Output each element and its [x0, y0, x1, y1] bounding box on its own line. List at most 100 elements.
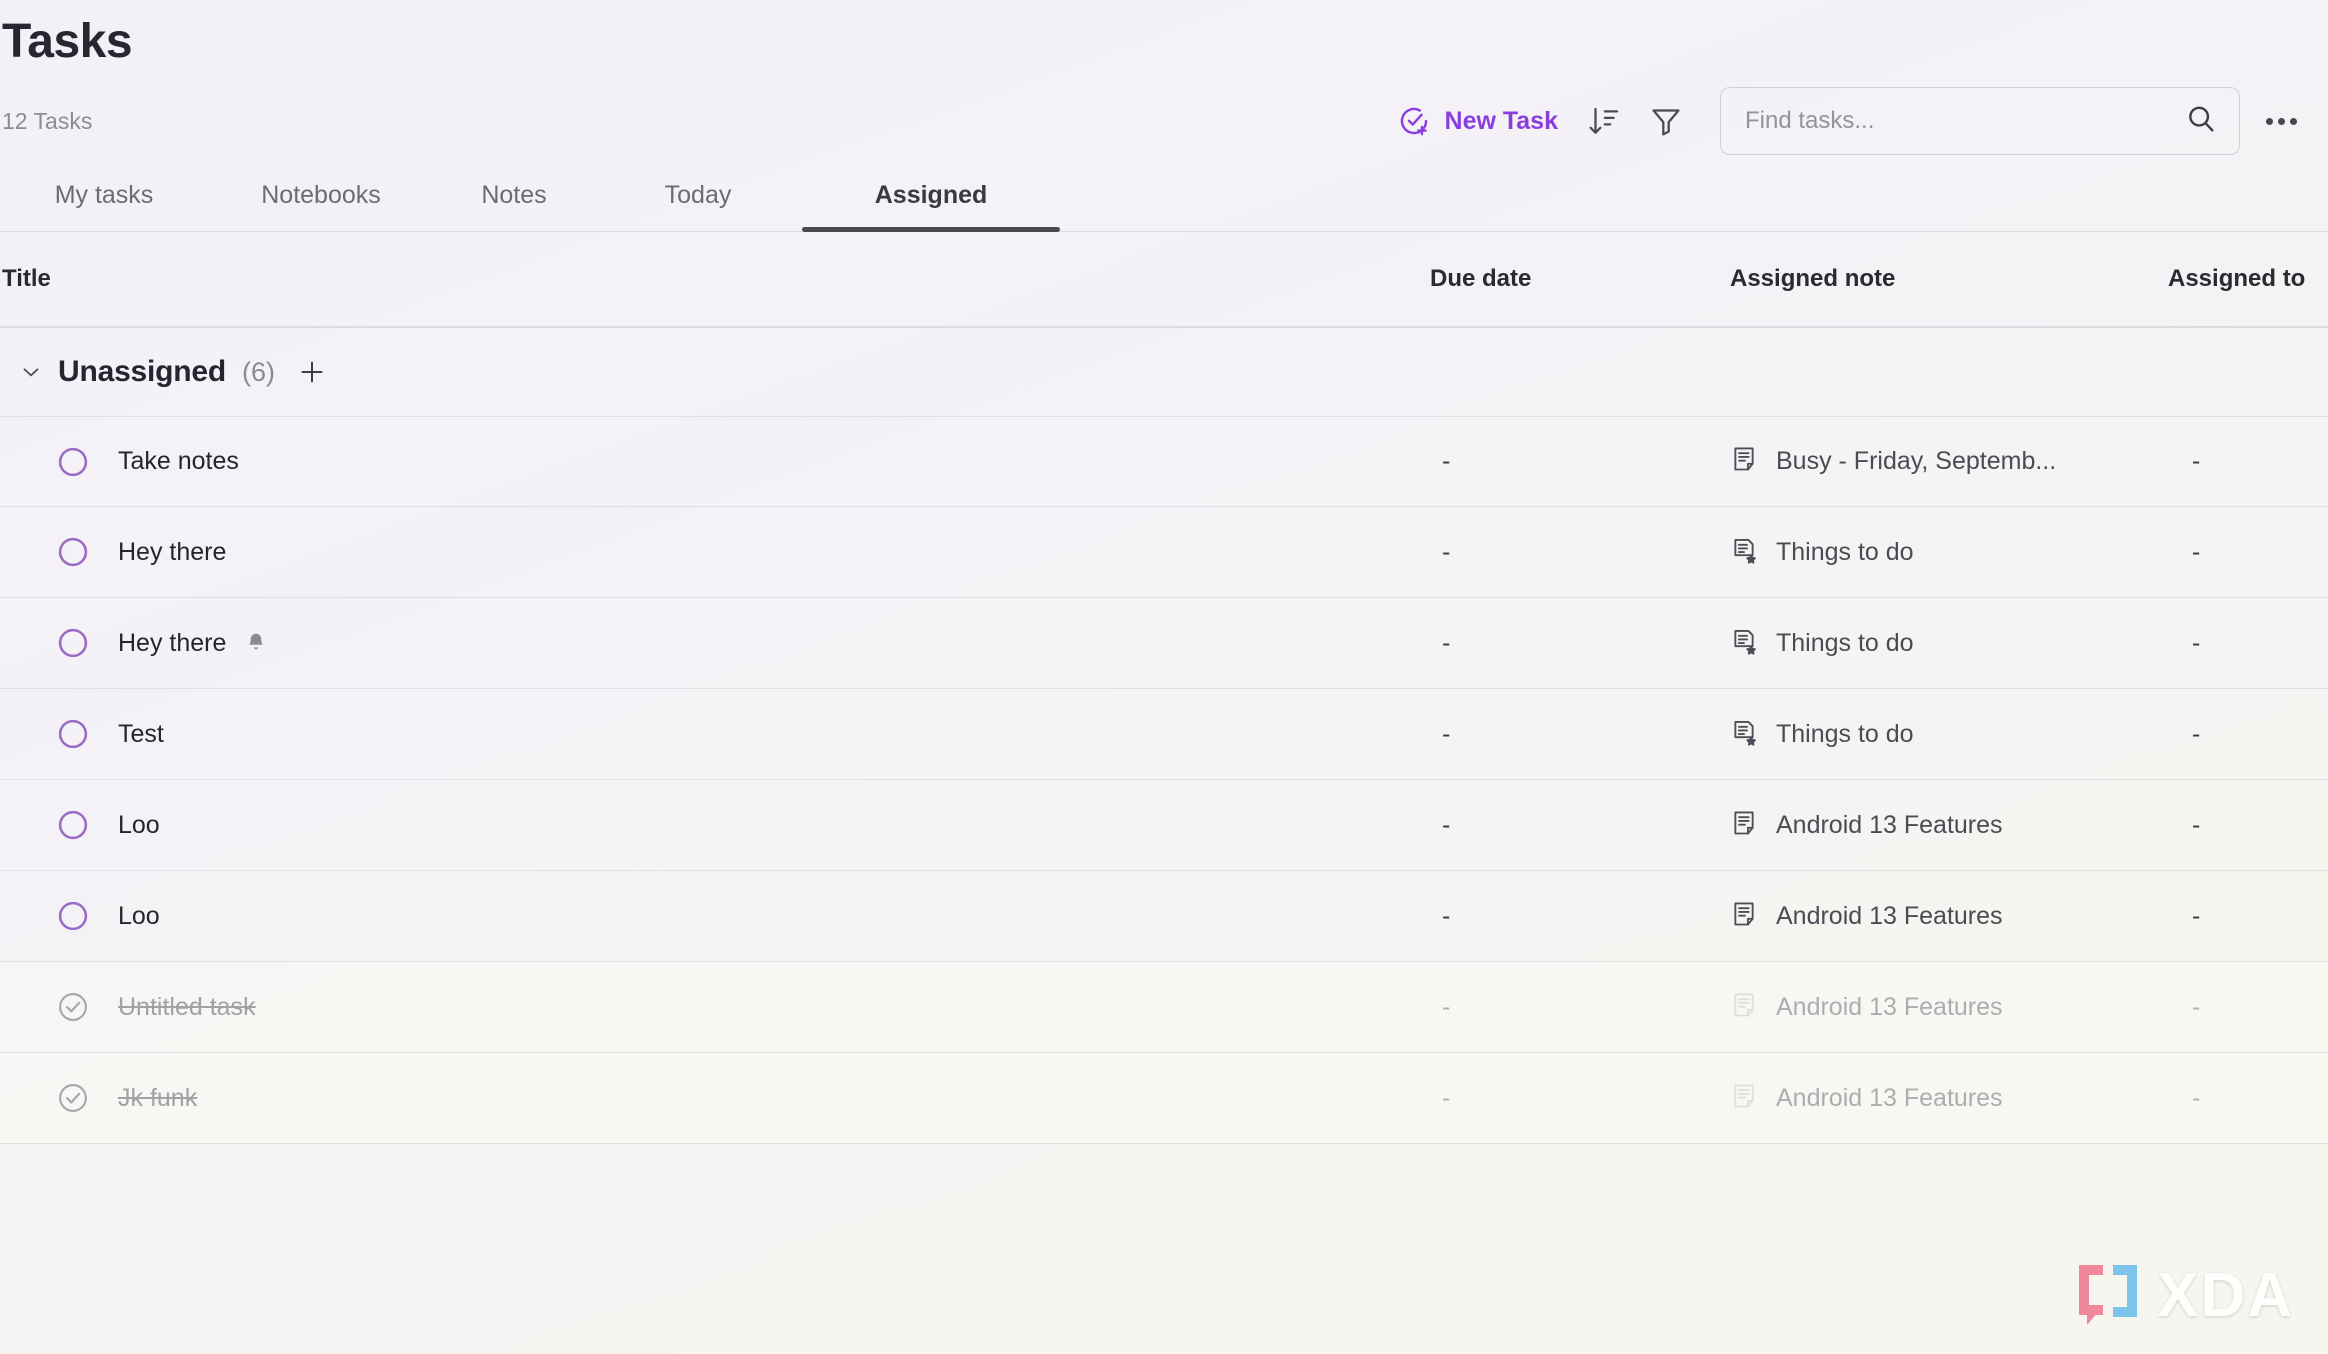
filter-button[interactable] — [1640, 95, 1692, 147]
task-row[interactable]: Untitled task - Android 13 Features - — [0, 962, 2328, 1054]
task-due-date-value: - — [1442, 1083, 1451, 1112]
plus-icon[interactable] — [297, 357, 327, 387]
task-assigned-note-label: Busy - Friday, Septemb... — [1776, 447, 2057, 476]
task-row[interactable]: Hey there - Things to do - — [0, 598, 2328, 690]
task-assigned-to-value: - — [2192, 628, 2201, 657]
task-title-cell: Take notes — [0, 445, 1370, 479]
task-title-label[interactable]: Loo — [118, 811, 160, 840]
column-header-title[interactable]: Title — [0, 265, 1370, 293]
task-title-cell: Untitled task — [0, 990, 1370, 1024]
task-assigned-to-cell[interactable]: - — [2120, 902, 2320, 931]
task-assigned-note-label: Android 13 Features — [1776, 810, 2003, 839]
task-checkbox-checked[interactable] — [56, 990, 90, 1024]
task-checkbox-unchecked[interactable] — [56, 445, 90, 479]
task-row[interactable]: Loo - Android 13 Features - — [0, 871, 2328, 963]
tab-notes[interactable]: Notes — [434, 181, 594, 232]
task-assigned-note-cell[interactable]: Android 13 Features — [1680, 1082, 2120, 1115]
task-due-date-cell[interactable]: - — [1370, 629, 1680, 658]
task-title-label[interactable]: Take notes — [118, 447, 239, 476]
task-assigned-to-cell[interactable]: - — [2120, 447, 2320, 476]
task-assigned-note-label: Things to do — [1776, 628, 1914, 657]
task-assigned-note-cell[interactable]: Android 13 Features — [1680, 809, 2120, 842]
task-row[interactable]: Hey there - Things to do - — [0, 507, 2328, 599]
task-assigned-note-cell[interactable]: Android 13 Features — [1680, 991, 2120, 1024]
task-assigned-to-cell[interactable]: - — [2120, 720, 2320, 749]
task-assigned-to-value: - — [2192, 447, 2201, 476]
more-dot — [2289, 117, 2297, 125]
task-assigned-to-cell[interactable]: - — [2120, 629, 2320, 658]
task-assigned-to-value: - — [2192, 810, 2201, 839]
toolbar: New Task — [1387, 87, 2308, 156]
search-box[interactable] — [1720, 87, 2240, 156]
task-row[interactable]: Take notes - Busy - Friday, Septemb... - — [0, 416, 2328, 508]
task-assigned-to-value: - — [2192, 537, 2201, 566]
task-assigned-to-cell[interactable]: - — [2120, 993, 2320, 1022]
task-due-date-cell[interactable]: - — [1370, 1084, 1680, 1113]
task-assigned-note-cell[interactable]: Android 13 Features — [1680, 900, 2120, 933]
xda-wordmark: XDA — [2157, 1260, 2294, 1330]
task-checkbox-unchecked[interactable] — [56, 899, 90, 933]
task-due-date-value: - — [1442, 810, 1451, 839]
note-star-icon — [1730, 536, 1758, 569]
task-title-label[interactable]: Loo — [118, 902, 160, 931]
column-header-assigned-to[interactable]: Assigned to — [2120, 265, 2320, 293]
task-title-cell: Test — [0, 717, 1370, 751]
task-checkbox-checked[interactable] — [56, 1081, 90, 1115]
task-title-label[interactable]: Jk funk — [118, 1084, 197, 1113]
task-due-date-value: - — [1442, 901, 1451, 930]
task-assigned-to-value: - — [2192, 1083, 2201, 1112]
note-star-icon — [1730, 627, 1758, 660]
task-assigned-note-cell[interactable]: Things to do — [1680, 718, 2120, 751]
task-assigned-note-cell[interactable]: Things to do — [1680, 536, 2120, 569]
sort-button[interactable] — [1578, 95, 1630, 147]
search-input[interactable] — [1745, 107, 2145, 136]
task-due-date-cell[interactable]: - — [1370, 538, 1680, 567]
task-title-cell: Hey there — [0, 626, 1370, 660]
task-due-date-cell[interactable]: - — [1370, 993, 1680, 1022]
task-assigned-to-value: - — [2192, 719, 2201, 748]
task-due-date-cell[interactable]: - — [1370, 720, 1680, 749]
task-assigned-note-cell[interactable]: Busy - Friday, Septemb... — [1680, 445, 2120, 478]
task-checkbox-unchecked[interactable] — [56, 626, 90, 660]
task-assigned-note-label: Android 13 Features — [1776, 1083, 2003, 1112]
task-title-cell: Jk funk — [0, 1081, 1370, 1115]
task-due-date-cell[interactable]: - — [1370, 447, 1680, 476]
search-icon[interactable] — [2185, 103, 2217, 140]
task-title-cell: Loo — [0, 899, 1370, 933]
task-checkbox-unchecked[interactable] — [56, 717, 90, 751]
task-row[interactable]: Test - Things to do - — [0, 689, 2328, 781]
task-due-date-value: - — [1442, 447, 1451, 476]
task-title-label[interactable]: Untitled task — [118, 993, 256, 1022]
chevron-down-icon[interactable] — [18, 359, 44, 385]
task-assigned-note-label: Android 13 Features — [1776, 901, 2003, 930]
more-options-button[interactable] — [2254, 94, 2308, 148]
task-title-label[interactable]: Hey there — [118, 538, 226, 567]
new-task-label: New Task — [1444, 106, 1558, 135]
new-task-button[interactable]: New Task — [1387, 98, 1568, 144]
xda-watermark: XDA — [2073, 1259, 2294, 1332]
task-title-cell: Loo — [0, 808, 1370, 842]
tab-assigned[interactable]: Assigned — [802, 181, 1060, 233]
tab-my-tasks[interactable]: My tasks — [0, 181, 208, 232]
column-header-assigned-note[interactable]: Assigned note — [1680, 265, 2120, 293]
tab-today[interactable]: Today — [594, 181, 802, 232]
task-checkbox-unchecked[interactable] — [56, 808, 90, 842]
task-due-date-cell[interactable]: - — [1370, 902, 1680, 931]
task-assigned-to-cell[interactable]: - — [2120, 1084, 2320, 1113]
tab-notebooks[interactable]: Notebooks — [208, 181, 434, 232]
task-checkbox-unchecked[interactable] — [56, 535, 90, 569]
note-star-icon — [1730, 718, 1758, 751]
more-dot — [2265, 117, 2273, 125]
tab-bar: My tasks Notebooks Notes Today Assigned — [0, 181, 2328, 233]
task-assigned-to-cell[interactable]: - — [2120, 811, 2320, 840]
task-assigned-note-label: Things to do — [1776, 719, 1914, 748]
task-assigned-note-cell[interactable]: Things to do — [1680, 627, 2120, 660]
page-title: Tasks — [2, 15, 133, 68]
task-row[interactable]: Jk funk - Android 13 Features - — [0, 1053, 2328, 1145]
task-assigned-to-cell[interactable]: - — [2120, 538, 2320, 567]
column-header-due-date[interactable]: Due date — [1370, 265, 1680, 293]
task-title-label[interactable]: Hey there — [118, 629, 226, 658]
task-row[interactable]: Loo - Android 13 Features - — [0, 780, 2328, 872]
task-title-label[interactable]: Test — [118, 720, 164, 749]
task-due-date-cell[interactable]: - — [1370, 811, 1680, 840]
